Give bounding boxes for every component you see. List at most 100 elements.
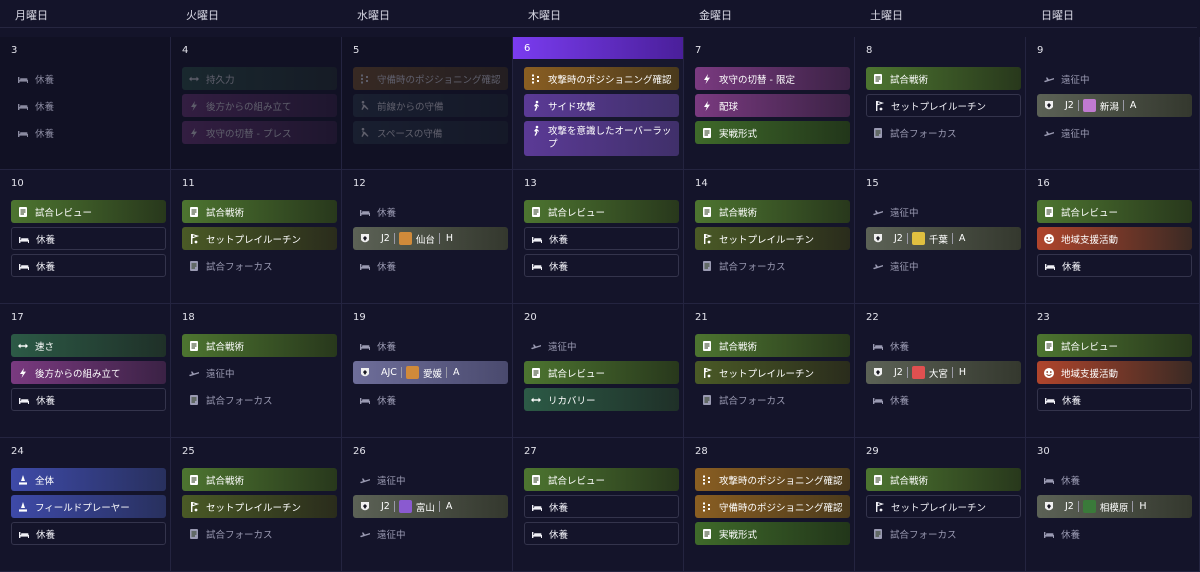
training-event[interactable]: 試合フォーカス — [695, 388, 850, 411]
calendar-day[interactable]: 10 試合レビュー 休養 休養 — [0, 170, 171, 304]
calendar-day[interactable]: 17 速さ 後方からの組み立て 休養 — [0, 304, 171, 438]
calendar-day[interactable]: 23 試合レビュー 地域支援活動 休養 — [1026, 304, 1200, 438]
training-event[interactable]: セットプレイルーチン — [182, 495, 337, 518]
training-event[interactable]: 休養 — [1037, 468, 1192, 491]
calendar-day[interactable]: 28 攻撃時のポジショニング確認 守備時のポジショニング確認 実戦形式 — [684, 438, 855, 572]
training-event[interactable]: 休養 — [1037, 254, 1192, 277]
calendar-day[interactable]: 16 試合レビュー 地域支援活動 休養 — [1026, 170, 1200, 304]
training-event[interactable]: セットプレイルーチン — [695, 227, 850, 250]
training-event[interactable]: 休養 — [353, 388, 508, 411]
training-event[interactable]: 試合レビュー — [524, 468, 679, 491]
training-event[interactable]: 攻守の切替 - プレス — [182, 121, 337, 144]
calendar-day[interactable]: 29 試合戦術 セットプレイルーチン 試合フォーカス — [855, 438, 1026, 572]
training-event[interactable]: 休養 — [1037, 522, 1192, 545]
training-event[interactable]: 休養 — [1037, 388, 1192, 411]
training-event[interactable]: セットプレイルーチン — [866, 94, 1021, 117]
training-event[interactable]: 休養 — [11, 254, 166, 277]
training-event[interactable]: 遠征中 — [866, 254, 1021, 277]
calendar-day[interactable]: 13 試合レビュー 休養 休養 — [513, 170, 684, 304]
training-event[interactable]: 試合レビュー — [524, 200, 679, 223]
calendar-day[interactable]: 26 遠征中 J2 富山 A 遠征中 — [342, 438, 513, 572]
training-event[interactable]: 遠征中 — [353, 468, 508, 491]
calendar-day[interactable]: 5 守備時のポジショニング確認 前線からの守備 スペースの守備 — [342, 37, 513, 170]
training-event[interactable]: 前線からの守備 — [353, 94, 508, 117]
training-event[interactable]: 試合レビュー — [1037, 334, 1192, 357]
match-event[interactable]: J2 新潟 A — [1037, 94, 1192, 117]
training-event[interactable]: 持久力 — [182, 67, 337, 90]
training-event[interactable]: 実戦形式 — [695, 522, 850, 545]
training-event[interactable]: 試合フォーカス — [182, 522, 337, 545]
training-event[interactable]: 休養 — [524, 495, 679, 518]
training-event[interactable]: 休養 — [524, 254, 679, 277]
training-event[interactable]: 試合レビュー — [1037, 200, 1192, 223]
training-event[interactable]: 休養 — [866, 388, 1021, 411]
training-event[interactable]: 休養 — [11, 522, 166, 545]
training-event[interactable]: 配球 — [695, 94, 850, 117]
match-event[interactable]: J2 仙台 H — [353, 227, 508, 250]
training-event[interactable]: 後方からの組み立て — [182, 94, 337, 117]
training-event[interactable]: 休養 — [11, 227, 166, 250]
match-event[interactable]: J2 相模原 H — [1037, 495, 1192, 518]
calendar-day[interactable]: 18 試合戦術 遠征中 試合フォーカス — [171, 304, 342, 438]
training-event[interactable]: 全体 — [11, 468, 166, 491]
training-event[interactable]: 試合戦術 — [866, 468, 1021, 491]
training-event[interactable]: 試合戦術 — [182, 334, 337, 357]
training-event[interactable]: 試合フォーカス — [182, 254, 337, 277]
training-event[interactable]: 試合フォーカス — [695, 254, 850, 277]
calendar-day[interactable]: 12 休養 J2 仙台 H 休養 — [342, 170, 513, 304]
calendar-day[interactable]: 7 攻守の切替 - 限定 配球 実戦形式 — [684, 37, 855, 170]
training-event[interactable]: 試合レビュー — [11, 200, 166, 223]
training-event[interactable]: 後方からの組み立て — [11, 361, 166, 384]
match-event[interactable]: J2 大宮 H — [866, 361, 1021, 384]
training-event[interactable]: 守備時のポジショニング確認 — [695, 495, 850, 518]
training-event[interactable]: 地域支援活動 — [1037, 361, 1192, 384]
calendar-day[interactable]: 9 遠征中 J2 新潟 A 遠征中 — [1026, 37, 1200, 170]
training-event[interactable]: 試合戦術 — [695, 200, 850, 223]
match-event[interactable]: AJC 愛媛 A — [353, 361, 508, 384]
calendar-day[interactable]: 19 休養 AJC 愛媛 A 休養 — [342, 304, 513, 438]
training-event[interactable]: 遠征中 — [1037, 67, 1192, 90]
training-event[interactable]: 休養 — [11, 94, 166, 117]
training-event[interactable]: 試合戦術 — [695, 334, 850, 357]
calendar-day[interactable]: 24 全体 フィールドプレーヤー 休養 — [0, 438, 171, 572]
training-event[interactable]: 試合フォーカス — [182, 388, 337, 411]
calendar-day[interactable]: 30 休養 J2 相模原 H 休養 — [1026, 438, 1200, 572]
training-event[interactable]: 試合フォーカス — [866, 522, 1021, 545]
training-event[interactable]: 試合戦術 — [182, 468, 337, 491]
training-event[interactable]: 遠征中 — [866, 200, 1021, 223]
training-event[interactable]: 攻撃を意識したオーバーラップ — [524, 121, 679, 156]
training-event[interactable]: 遠征中 — [524, 334, 679, 357]
calendar-day-today[interactable]: 6 攻撃時のポジショニング確認 サイド攻撃 攻撃を意識したオーバーラップ — [513, 37, 684, 170]
calendar-day[interactable]: 4 持久力 後方からの組み立て 攻守の切替 - プレス — [171, 37, 342, 170]
training-event[interactable]: 試合レビュー — [524, 361, 679, 384]
training-event[interactable]: 攻守の切替 - 限定 — [695, 67, 850, 90]
training-event[interactable]: リカバリー — [524, 388, 679, 411]
training-event[interactable]: スペースの守備 — [353, 121, 508, 144]
calendar-day[interactable]: 14 試合戦術 セットプレイルーチン 試合フォーカス — [684, 170, 855, 304]
calendar-day[interactable]: 3 休養 休養 休養 — [0, 37, 171, 170]
training-event[interactable]: 地域支援活動 — [1037, 227, 1192, 250]
training-event[interactable]: 休養 — [11, 388, 166, 411]
training-event[interactable]: 試合戦術 — [866, 67, 1021, 90]
training-event[interactable]: 試合戦術 — [182, 200, 337, 223]
training-event[interactable]: 休養 — [353, 254, 508, 277]
training-event[interactable]: セットプレイルーチン — [866, 495, 1021, 518]
training-event[interactable]: 休養 — [353, 200, 508, 223]
training-event[interactable]: 速さ — [11, 334, 166, 357]
calendar-day[interactable]: 22 休養 J2 大宮 H 休養 — [855, 304, 1026, 438]
training-event[interactable]: サイド攻撃 — [524, 94, 679, 117]
training-event[interactable]: 遠征中 — [182, 361, 337, 384]
training-event[interactable]: セットプレイルーチン — [695, 361, 850, 384]
training-event[interactable]: 試合フォーカス — [866, 121, 1021, 144]
training-event[interactable]: 攻撃時のポジショニング確認 — [695, 468, 850, 491]
training-event[interactable]: 攻撃時のポジショニング確認 — [524, 67, 679, 90]
training-event[interactable]: 休養 — [11, 67, 166, 90]
training-event[interactable]: 休養 — [524, 522, 679, 545]
match-event[interactable]: J2 千葉 A — [866, 227, 1021, 250]
calendar-day[interactable]: 20 遠征中 試合レビュー リカバリー — [513, 304, 684, 438]
training-event[interactable]: 休養 — [866, 334, 1021, 357]
training-event[interactable]: 休養 — [353, 334, 508, 357]
calendar-day[interactable]: 8 試合戦術 セットプレイルーチン 試合フォーカス — [855, 37, 1026, 170]
match-event[interactable]: J2 富山 A — [353, 495, 508, 518]
training-event[interactable]: 遠征中 — [353, 522, 508, 545]
